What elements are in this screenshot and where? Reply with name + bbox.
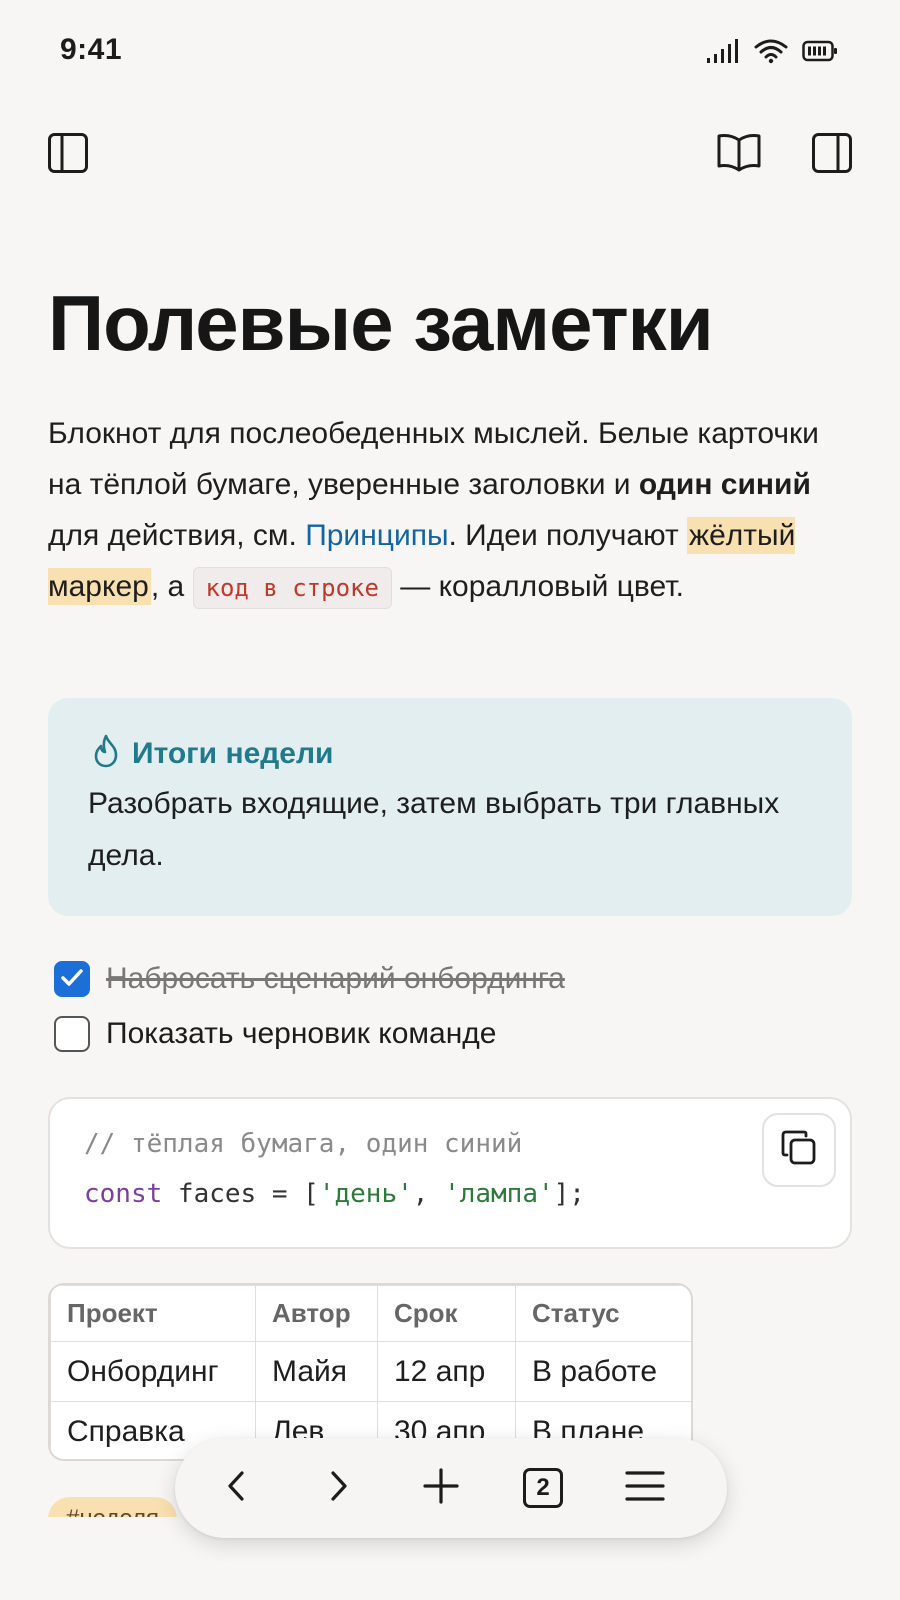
callout-body: Разобрать входящие, затем выбрать три гл… [88, 787, 780, 872]
todo-item: Показать черновик команде [54, 1016, 496, 1052]
tabs-button[interactable]: 2 [515, 1460, 571, 1516]
flame-icon [90, 734, 122, 773]
new-note-button[interactable] [413, 1460, 469, 1516]
table-cell: Онбординг [50, 1341, 256, 1402]
book-open-icon [716, 132, 762, 179]
intro-text: , а [150, 570, 193, 603]
plus-icon [421, 1466, 461, 1511]
signal-icon [706, 38, 740, 69]
intro-text: — коралловый цвет. [391, 570, 684, 603]
battery-icon [802, 39, 838, 68]
tab-count-badge: 2 [523, 1468, 563, 1508]
code-keyword: const [84, 1179, 163, 1209]
callout-header: Итоги недели [90, 734, 334, 773]
code-string: 'лампа' [444, 1179, 554, 1209]
hamburger-menu-icon [624, 1468, 666, 1509]
todo-checkbox-unchecked[interactable] [54, 1016, 90, 1052]
left-sidebar-toggle-button[interactable] [43, 130, 93, 180]
principles-link[interactable]: Принципы [305, 519, 448, 552]
intro-paragraph: Блокнот для послеобеденных мыслей. Белые… [48, 408, 848, 614]
copy-icon [780, 1129, 818, 1172]
table-cell: 12 апр [377, 1341, 516, 1402]
status-icons [706, 38, 838, 69]
todo-checkbox-checked[interactable] [54, 961, 90, 997]
table-cell: Майя [255, 1341, 378, 1402]
code-end: ]; [553, 1179, 585, 1209]
projects-table: Проект Автор Срок Статус Онбординг Майя … [48, 1283, 693, 1461]
intro-text: для действия, см. [48, 519, 306, 552]
sidebar-right-icon [811, 132, 853, 179]
checkmark-icon [60, 962, 84, 996]
callout-title: Итоги недели [132, 736, 334, 770]
table-cell: В работе [515, 1341, 691, 1402]
table-header-row: Проект Автор Срок Статус [50, 1285, 691, 1342]
callout-card: Итоги недели Разобрать входящие, затем в… [48, 698, 852, 916]
code-sep: , [412, 1179, 445, 1209]
wifi-icon [754, 38, 788, 69]
code-string: 'день' [318, 1179, 413, 1209]
sidebar-left-icon [47, 132, 89, 179]
todo-label: Набросать сценарий онбординга [106, 962, 565, 995]
status-time: 9:41 [60, 33, 123, 66]
table-row: Онбординг Майя 12 апр В работе [50, 1341, 691, 1402]
intro-text: . Идеи получают [448, 519, 688, 552]
table-header-cell: Проект [50, 1285, 256, 1342]
menu-button[interactable] [617, 1460, 673, 1516]
inline-code: код в строке [192, 567, 392, 609]
code-block: // тёплая бумага, один синий const faces… [48, 1097, 852, 1249]
reader-mode-button[interactable] [714, 130, 764, 180]
page-title: Полевые заметки [48, 279, 714, 367]
todo-label: Показать черновик команде [106, 1017, 497, 1050]
top-toolbar [0, 130, 900, 190]
chevron-right-icon [323, 1469, 353, 1508]
code-ident: faces = [ [162, 1179, 319, 1209]
code-line: const faces = ['день', 'лампа']; [84, 1179, 585, 1209]
table-header-cell: Статус [515, 1285, 691, 1342]
copy-code-button[interactable] [762, 1113, 836, 1187]
table-header-cell: Автор [255, 1285, 378, 1342]
bottom-navigation-bar: 2 [175, 1438, 727, 1538]
todo-item: Набросать сценарий онбординга [54, 961, 565, 997]
forward-button[interactable] [310, 1460, 366, 1516]
status-bar: 9:41 [0, 0, 900, 100]
right-sidebar-toggle-button[interactable] [807, 130, 857, 180]
back-button[interactable] [209, 1460, 265, 1516]
bold-text: один синий [638, 468, 811, 501]
chevron-left-icon [222, 1469, 252, 1508]
code-comment: // тёплая бумага, один синий [84, 1129, 523, 1159]
table-header-cell: Срок [377, 1285, 516, 1342]
